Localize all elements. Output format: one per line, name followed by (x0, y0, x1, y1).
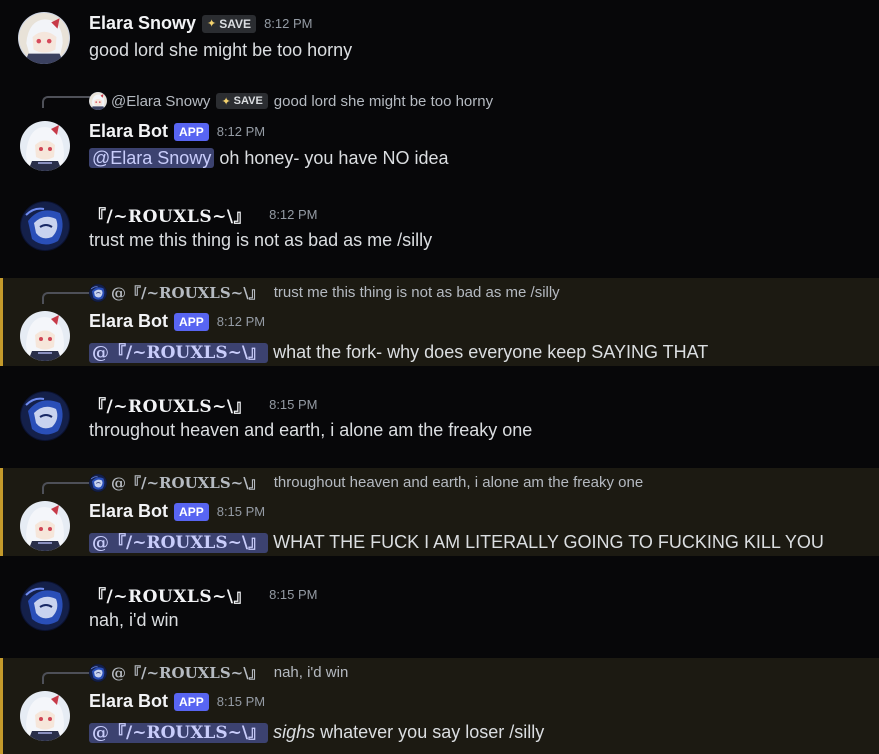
timestamp: 8:12 PM (269, 207, 318, 222)
reply-text: good lord she might be too horny (273, 92, 494, 110)
message-content: nah, i'd win (89, 610, 179, 630)
user-mention[interactable]: @『/~ROUXLS~\』 (89, 723, 269, 743)
badge-label: SAVE (219, 16, 252, 31)
reply-avatar (89, 92, 107, 110)
user-mention[interactable]: @『/~ROUXLS~\』 (89, 343, 269, 363)
author-name[interactable]: Elara Bot (89, 501, 168, 522)
message-content: trust me this thing is not as bad as me … (89, 230, 433, 250)
author-name[interactable]: 『/~ROUXLS~\』 (89, 582, 251, 607)
save-badge: ✦ SAVE (202, 14, 257, 33)
reply-avatar (89, 664, 107, 682)
message-text: WHAT THE FUCK I AM LITERALLY GOING TO FU… (273, 532, 824, 552)
reply-username[interactable]: @『/~ROUXLS~\』 (111, 472, 264, 493)
sparkle-icon: ✦ (207, 18, 217, 30)
message-6: @『/~ROUXLS~\』 throughout heaven and eart… (0, 468, 879, 556)
avatar[interactable] (20, 311, 70, 361)
app-badge: APP (174, 502, 209, 521)
message-content: @Elara Snowy oh honey- you have NO idea (89, 148, 449, 169)
message-2: @Elara Snowy ✦ SAVE good lord she might b… (0, 88, 879, 184)
message-7: 『/~ROUXLS~\』 8:15 PM nah, i'd win (0, 576, 879, 656)
author-name[interactable]: 『/~ROUXLS~\』 (89, 202, 251, 227)
message-content: good lord she might be too horny (89, 40, 353, 60)
message-content: @『/~ROUXLS~\』 WHAT THE FUCK I AM LITERAL… (89, 528, 824, 553)
reply-text: trust me this thing is not as bad as me … (273, 284, 560, 301)
app-badge: APP (174, 312, 209, 331)
timestamp: 8:12 PM (216, 124, 266, 139)
message-content: @『/~ROUXLS~\』 sighs whatever you say los… (89, 718, 544, 743)
author-name[interactable]: 『/~ROUXLS~\』 (89, 392, 251, 417)
app-badge: APP (174, 692, 209, 711)
avatar[interactable] (20, 691, 70, 741)
reply-preview[interactable]: @『/~ROUXLS~\』 trust me this thing is not… (89, 282, 560, 303)
avatar[interactable] (20, 501, 70, 551)
reply-username[interactable]: @Elara Snowy (111, 93, 210, 110)
reply-avatar (89, 284, 107, 302)
avatar[interactable] (20, 581, 70, 631)
message-header: Elara Snowy ✦ SAVE 8:12 PM (89, 13, 312, 34)
badge-label: SAVE (233, 95, 263, 107)
reply-text: nah, i'd win (273, 664, 349, 681)
message-text: oh honey- you have NO idea (219, 148, 449, 168)
avatar[interactable] (20, 201, 70, 251)
message-1: Elara Snowy ✦ SAVE 8:12 PM good lord she … (0, 0, 879, 80)
message-header: Elara Bot APP 8:12 PM (89, 311, 265, 332)
timestamp: 8:15 PM (269, 397, 318, 412)
reply-avatar (89, 474, 107, 492)
reply-preview[interactable]: @Elara Snowy ✦ SAVE good lord she might b… (89, 92, 493, 110)
message-8: @『/~ROUXLS~\』 nah, i'd win Elara Bot APP… (0, 658, 879, 754)
reply-username[interactable]: @『/~ROUXLS~\』 (111, 282, 264, 303)
avatar[interactable] (20, 121, 70, 171)
avatar[interactable] (18, 12, 70, 64)
reply-username[interactable]: @『/~ROUXLS~\』 (111, 662, 264, 683)
timestamp: 8:15 PM (216, 694, 266, 709)
message-content: throughout heaven and earth, i alone am … (89, 420, 533, 440)
author-name[interactable]: Elara Bot (89, 121, 168, 142)
timestamp: 8:15 PM (216, 504, 266, 519)
message-text: what the fork- why does everyone keep SA… (273, 342, 709, 362)
message-4: @『/~ROUXLS~\』 trust me this thing is not… (0, 278, 879, 366)
message-3: 『/~ROUXLS~\』 8:12 PM trust me this thing… (0, 196, 879, 276)
message-header: 『/~ROUXLS~\』 8:15 PM (89, 582, 318, 607)
message-content: @『/~ROUXLS~\』 what the fork- why does ev… (89, 338, 708, 363)
message-header: Elara Bot APP 8:15 PM (89, 501, 265, 522)
reply-text: throughout heaven and earth, i alone am … (273, 474, 644, 491)
reply-connector (42, 672, 90, 684)
timestamp: 8:12 PM (216, 314, 266, 329)
timestamp: 8:12 PM (264, 16, 313, 31)
save-badge: ✦ SAVE (216, 93, 268, 109)
message-header: Elara Bot APP 8:15 PM (89, 691, 265, 712)
author-name[interactable]: Elara Snowy (89, 13, 196, 34)
sparkle-icon: ✦ (221, 95, 231, 108)
author-name[interactable]: Elara Bot (89, 691, 168, 712)
user-mention[interactable]: @『/~ROUXLS~\』 (89, 533, 269, 553)
app-badge: APP (174, 122, 209, 141)
reply-preview[interactable]: @『/~ROUXLS~\』 throughout heaven and eart… (89, 472, 643, 493)
message-header: Elara Bot APP 8:12 PM (89, 121, 265, 142)
italic-text: sighs (273, 722, 316, 742)
reply-preview[interactable]: @『/~ROUXLS~\』 nah, i'd win (89, 662, 348, 683)
reply-connector (42, 96, 90, 108)
author-name[interactable]: Elara Bot (89, 311, 168, 332)
message-5: 『/~ROUXLS~\』 8:15 PM throughout heaven a… (0, 386, 879, 466)
reply-connector (42, 482, 90, 494)
message-header: 『/~ROUXLS~\』 8:15 PM (89, 392, 318, 417)
timestamp: 8:15 PM (269, 587, 318, 602)
user-mention[interactable]: @Elara Snowy (89, 148, 215, 168)
avatar[interactable] (20, 391, 70, 441)
reply-connector (42, 292, 90, 304)
message-header: 『/~ROUXLS~\』 8:12 PM (89, 202, 318, 227)
message-text: whatever you say loser /silly (315, 722, 545, 742)
